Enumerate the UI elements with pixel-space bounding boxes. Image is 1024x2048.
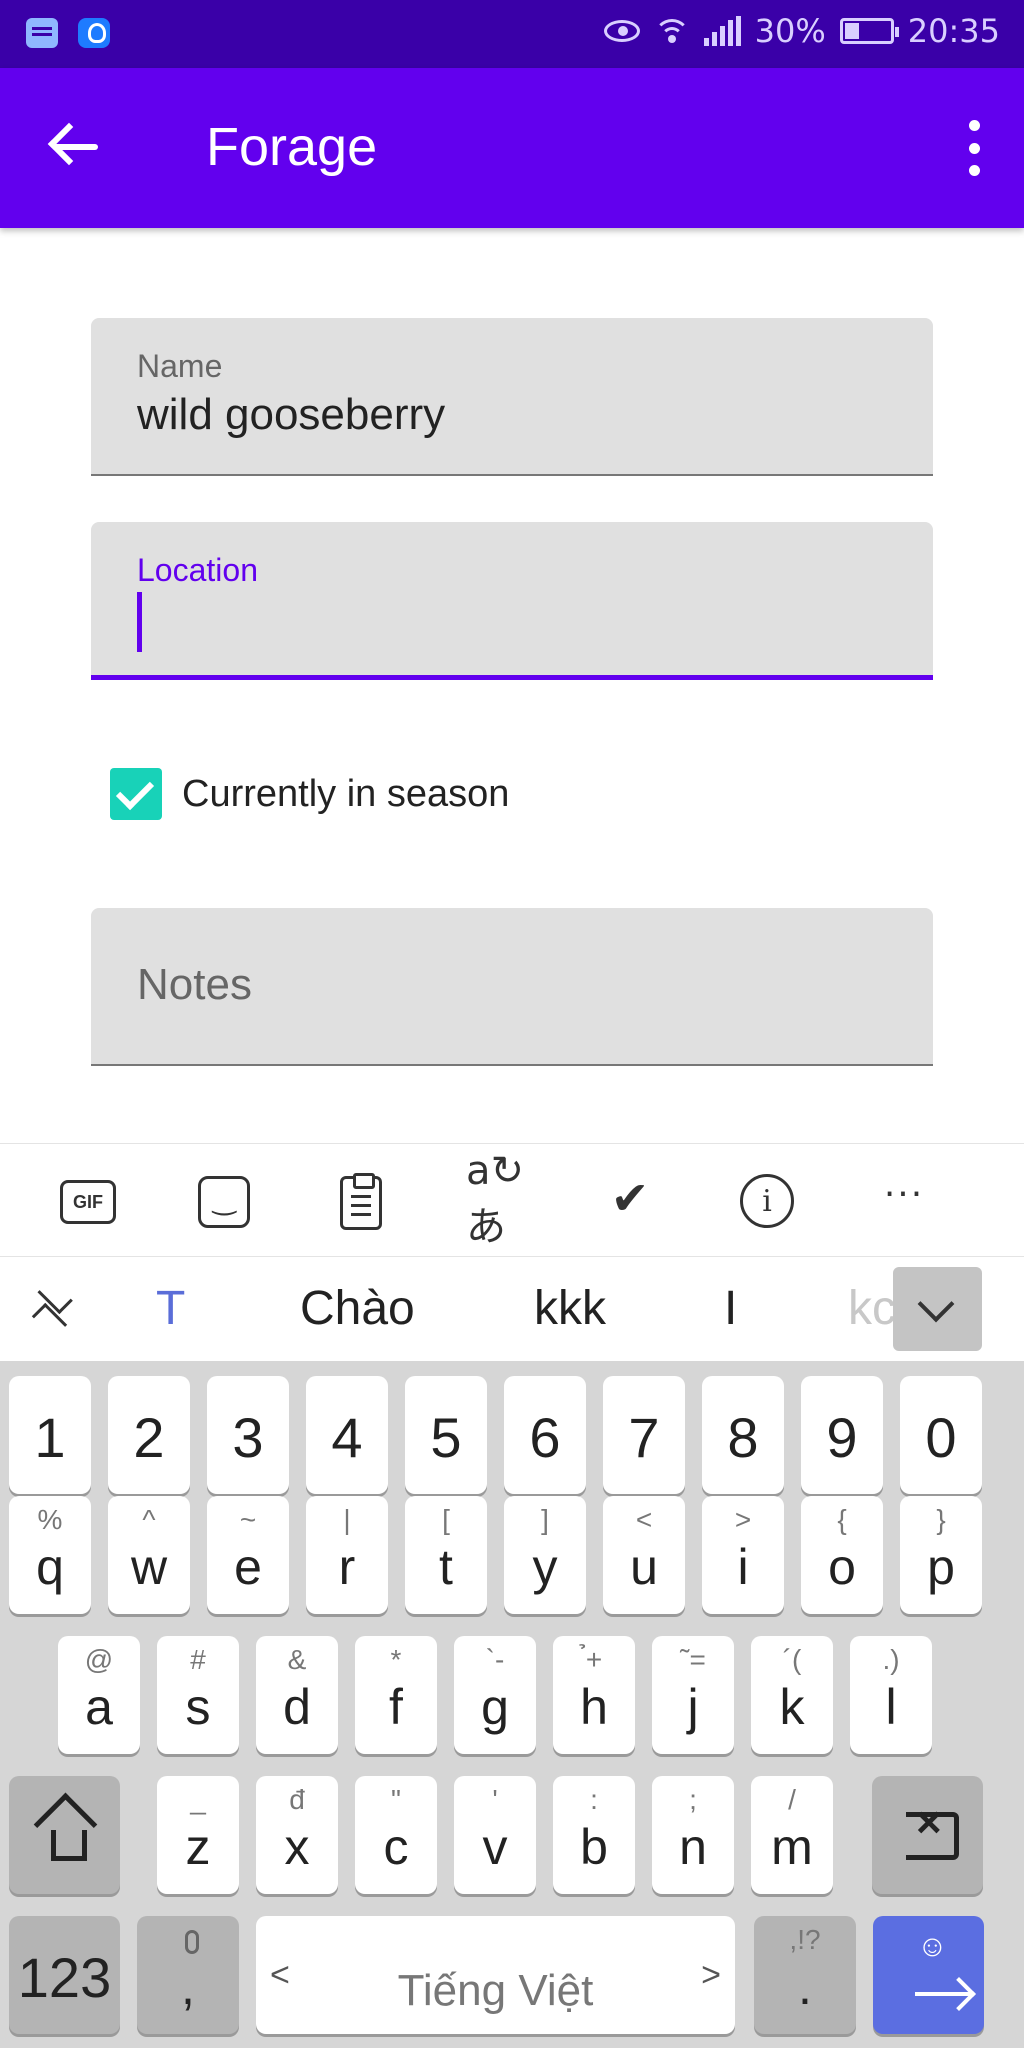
signal-icon — [703, 16, 741, 46]
clock: 20:35 — [907, 12, 1000, 50]
key-w[interactable]: ^ w — [108, 1496, 190, 1614]
key-b[interactable]: :b — [553, 1776, 635, 1894]
key-5[interactable]: 5 — [405, 1376, 487, 1494]
key-7[interactable]: 7 — [603, 1376, 685, 1494]
key-v[interactable]: ' v — [454, 1776, 536, 1894]
key-0[interactable]: 0 — [900, 1376, 982, 1494]
gif-icon[interactable]: GIF — [60, 1180, 116, 1224]
key-1[interactable]: 1 — [9, 1376, 91, 1494]
battery-percent: 30% — [754, 12, 826, 50]
spellcheck-icon[interactable]: ✔ — [600, 1168, 660, 1228]
key-z[interactable]: _ z — [157, 1776, 239, 1894]
key-l[interactable]: .) l — [850, 1636, 932, 1754]
app-bar: Forage — [0, 68, 1024, 228]
suggestion-item[interactable]: kc — [848, 1281, 896, 1336]
suggestion-item[interactable]: kkk — [534, 1281, 606, 1336]
key-2[interactable]: 2 — [108, 1376, 190, 1494]
page-title: Forage — [206, 117, 378, 177]
key-8[interactable]: 8 — [702, 1376, 784, 1494]
name-field[interactable]: Name wild gooseberry — [91, 318, 933, 476]
name-label: Name — [137, 348, 223, 384]
space-key[interactable]: < Tiếng Việt > — [256, 1916, 735, 2034]
suggestion-item[interactable]: Chào — [300, 1281, 415, 1336]
translate-icon[interactable]: a↻あ — [466, 1148, 526, 1250]
suggestion-item[interactable]: I — [724, 1281, 737, 1336]
chevron-right-icon: > — [701, 1956, 721, 1994]
back-arrow-icon[interactable] — [40, 116, 110, 176]
suggestion-item[interactable]: T — [156, 1281, 185, 1336]
arrow-right-icon — [915, 1992, 971, 1996]
key-a[interactable]: @ a — [58, 1636, 140, 1754]
key-6[interactable]: 6 — [504, 1376, 586, 1494]
info-icon[interactable]: i — [740, 1174, 794, 1228]
key-f[interactable]: * f — [355, 1636, 437, 1754]
keyboard-notification-icon — [26, 18, 58, 48]
location-field[interactable]: Location — [91, 522, 933, 680]
in-season-label[interactable]: Currently in season — [182, 773, 509, 816]
key-e[interactable]: ~ e — [207, 1496, 289, 1614]
key-k[interactable]: ´(k — [751, 1636, 833, 1754]
sticker-icon[interactable] — [198, 1176, 250, 1228]
key-j[interactable]: ˜= j — [652, 1636, 734, 1754]
key-s[interactable]: # s — [157, 1636, 239, 1754]
key-d[interactable]: & d — [256, 1636, 338, 1754]
more-icon[interactable]: ··· — [874, 1164, 934, 1224]
keyboard-toolbar: GIF a↻あ ✔ i ··· — [0, 1143, 1024, 1257]
key-q[interactable]: % q — [9, 1496, 91, 1614]
key-x[interactable]: đx — [256, 1776, 338, 1894]
key-p[interactable]: } p — [900, 1496, 982, 1614]
key-r[interactable]: | r — [306, 1496, 388, 1614]
key-i[interactable]: > i — [702, 1496, 784, 1614]
location-label: Location — [137, 552, 258, 588]
suggestion-bar: T Chào kkk I kc — [0, 1257, 1024, 1361]
text-cursor — [137, 592, 142, 652]
collapse-toolbar-icon[interactable] — [30, 1287, 66, 1331]
backspace-key[interactable] — [872, 1776, 983, 1894]
notes-field[interactable]: Notes — [91, 908, 933, 1066]
key-y[interactable]: ] y — [504, 1496, 586, 1614]
clipboard-icon[interactable] — [340, 1173, 382, 1230]
comma-mic-key[interactable]: , — [137, 1916, 239, 2034]
notes-placeholder: Notes — [137, 960, 252, 1009]
lightbulb-notification-icon — [78, 18, 110, 48]
battery-icon — [839, 18, 899, 44]
in-season-checkbox[interactable] — [110, 768, 162, 820]
keyboard: 1 2 3 4 5 6 7 8 9 0 % q ^ w ~ e | r [t ] y < u… — [0, 1361, 1024, 2048]
key-o[interactable]: {o — [801, 1496, 883, 1614]
emoji-icon: ☺ — [917, 1930, 948, 1963]
key-3[interactable]: 3 — [207, 1376, 289, 1494]
eye-comfort-icon — [603, 20, 640, 42]
key-h[interactable]: ̉+ h — [553, 1636, 635, 1754]
key-c[interactable]: " c — [355, 1776, 437, 1894]
name-value[interactable]: wild gooseberry — [137, 390, 445, 440]
key-t[interactable]: [t — [405, 1496, 487, 1614]
status-bar: 30% 20:35 — [0, 0, 1024, 68]
microphone-icon — [185, 1930, 199, 1954]
key-u[interactable]: < u — [603, 1496, 685, 1614]
enter-key[interactable]: ☺ — [873, 1916, 984, 2034]
period-key[interactable]: ,!? . — [754, 1916, 856, 2034]
overflow-menu-icon[interactable] — [954, 120, 994, 176]
numbers-key[interactable]: 123 — [9, 1916, 120, 2034]
key-g[interactable]: `- g — [454, 1636, 536, 1754]
key-4[interactable]: 4 — [306, 1376, 388, 1494]
key-n[interactable]: ; n — [652, 1776, 734, 1894]
key-m[interactable]: / m — [751, 1776, 833, 1894]
chevron-down-icon[interactable] — [893, 1267, 982, 1351]
in-season-row[interactable]: Currently in season — [110, 768, 509, 820]
wifi-icon — [653, 17, 690, 45]
shift-key[interactable] — [9, 1776, 120, 1894]
key-9[interactable]: 9 — [801, 1376, 883, 1494]
